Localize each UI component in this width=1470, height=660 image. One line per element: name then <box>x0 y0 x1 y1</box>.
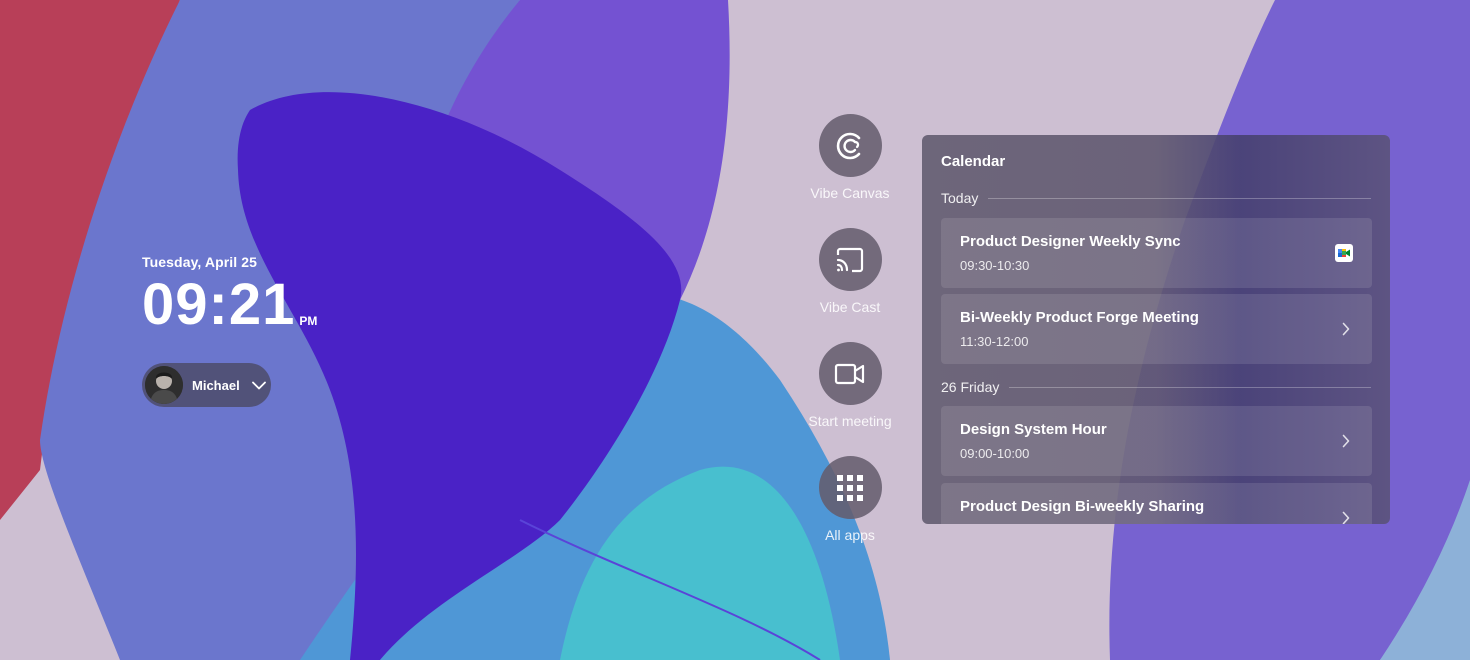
calendar-title: Calendar <box>941 153 1006 170</box>
event-card[interactable]: Product Designer Weekly Sync 09:30-10:30 <box>941 218 1372 288</box>
event-title: Bi-Weekly Product Forge Meeting <box>960 309 1199 326</box>
event-time: 09:00-10:00 <box>960 446 1030 461</box>
all-apps-button[interactable]: All apps <box>800 456 900 543</box>
event-time: 09:30-10:30 <box>960 258 1030 273</box>
time-row: 09:21 PM <box>142 276 317 334</box>
event-card[interactable]: Design System Hour 09:00-10:00 <box>941 406 1372 476</box>
app-label: Vibe Canvas <box>810 185 890 201</box>
event-title: Product Design Bi-weekly Sharing <box>960 498 1205 515</box>
calendar-widget: Calendar Today Product Designer Weekly S… <box>922 135 1390 524</box>
desktop-home-screen: Tuesday, April 25 09:21 PM Michael Vibe … <box>0 0 1470 660</box>
day-header-today: Today <box>941 189 1371 207</box>
vibe-canvas-icon <box>818 114 882 177</box>
user-name: Michael <box>192 377 240 393</box>
cast-icon <box>818 228 882 291</box>
time-label: 09:21 <box>142 272 296 337</box>
app-label: Start meeting <box>808 413 892 429</box>
divider <box>1009 386 1371 388</box>
event-card[interactable]: Bi-Weekly Product Forge Meeting 11:30-12… <box>941 294 1372 364</box>
chevron-down-icon <box>251 381 266 390</box>
divider <box>988 197 1371 199</box>
event-title: Design System Hour <box>960 421 1107 438</box>
vibe-canvas-button[interactable]: Vibe Canvas <box>800 114 900 201</box>
ampm-label: PM <box>299 314 318 328</box>
grid-icon <box>818 456 882 519</box>
day-label: 26 Friday <box>941 379 1000 395</box>
app-label: All apps <box>825 527 875 543</box>
event-time: 11:30-12:00 <box>960 334 1029 349</box>
google-meet-icon[interactable] <box>1335 244 1353 262</box>
event-title: Product Designer Weekly Sync <box>960 233 1181 250</box>
chevron-right-icon <box>1342 434 1350 448</box>
day-label: Today <box>941 190 979 206</box>
user-switcher-button[interactable]: Michael <box>142 363 271 407</box>
chevron-right-icon <box>1342 511 1350 524</box>
start-meeting-button[interactable]: Start meeting <box>800 342 900 429</box>
date-label: Tuesday, April 25 <box>142 254 258 270</box>
app-label: Vibe Cast <box>819 299 881 315</box>
video-camera-icon <box>818 342 882 405</box>
clock-widget: Tuesday, April 25 09:21 PM <box>142 254 317 334</box>
day-header-friday: 26 Friday <box>941 378 1371 396</box>
vibe-cast-button[interactable]: Vibe Cast <box>800 228 900 315</box>
chevron-right-icon <box>1342 322 1350 336</box>
avatar <box>145 366 183 404</box>
event-card[interactable]: Product Design Bi-weekly Sharing <box>941 483 1372 524</box>
